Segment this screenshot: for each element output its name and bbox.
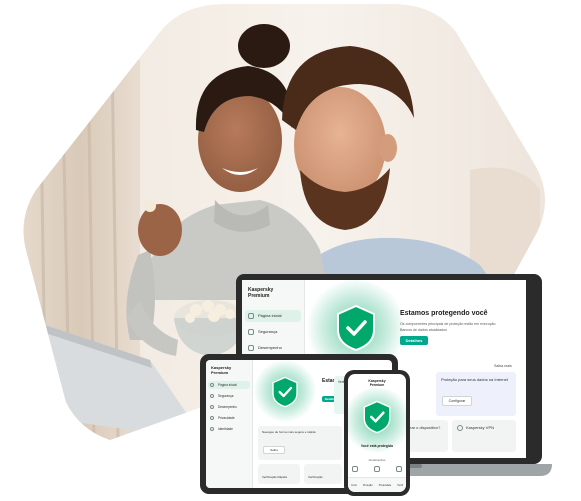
nav-label: Segurança (258, 329, 278, 334)
shield-check-icon (363, 400, 391, 434)
tablet-nav-security[interactable]: Segurança (208, 392, 250, 400)
speed-icon (210, 405, 214, 410)
learn-more-button[interactable]: Saiba (263, 446, 285, 454)
laptop-brand: Kaspersky Premium (248, 287, 304, 300)
location-icon (457, 425, 463, 431)
home-icon (210, 383, 214, 388)
laptop-nav-home[interactable]: Página inicial (245, 309, 301, 322)
id-icon (210, 427, 214, 432)
scan-icon[interactable] (352, 466, 358, 472)
vpn-card[interactable]: Kaspersky VPN (452, 420, 516, 452)
promo-card[interactable]: Navegue de forma mais segura e rápida Sa… (258, 426, 342, 460)
tablet-brand: Kaspersky Premium (211, 365, 252, 375)
speed-icon (248, 344, 254, 351)
phone-screen: Kaspersky Premium Você está protegido At… (348, 374, 406, 492)
data-protection-card[interactable]: Proteção para seus dados na Internet Con… (436, 372, 516, 416)
brand-edition: Premium (211, 369, 229, 375)
shield-icon (210, 394, 214, 399)
card-title: Kaspersky VPN (466, 425, 495, 430)
nav-label: Privacidade (218, 416, 235, 421)
wifi-icon[interactable] (374, 466, 380, 472)
configure-button[interactable]: Configurar (442, 396, 472, 406)
tablet-nav-identity[interactable]: Identidade (208, 425, 250, 433)
tablet-nav-home[interactable]: Página inicial (208, 381, 250, 390)
phone-label: Atualizações (368, 458, 386, 462)
shield-icon (248, 328, 254, 335)
tab-privacy[interactable]: Privacidade (379, 484, 392, 487)
laptop-nav-performance[interactable]: Desempenho (245, 342, 301, 354)
nav-label: Página inicial (218, 383, 237, 388)
status-heading: Estamos protegendo você (400, 310, 488, 317)
nav-label: Desempenho (218, 405, 237, 410)
quick-scan-tile[interactable]: Verificação Rápida (258, 464, 300, 484)
status-bullet: Bancos de dados atualizados (400, 328, 447, 332)
details-button[interactable]: Detalhes (400, 336, 428, 345)
tablet-sidebar: Kaspersky Premium Página inicial Seguran… (206, 360, 253, 488)
shield-check-icon (272, 376, 298, 408)
nav-label: Segurança (218, 394, 234, 399)
phone-quick-actions (352, 466, 402, 472)
laptop-nav-security[interactable]: Segurança (245, 326, 301, 338)
status-bullet: Os componentes principais de proteção es… (400, 322, 496, 326)
lock-icon[interactable] (396, 466, 402, 472)
tile-label: Verificação (308, 475, 323, 479)
scan-tile[interactable]: Verificação (304, 464, 342, 484)
brand-edition: Premium (248, 292, 270, 299)
card-text: Navegue de forma mais segura e rápida (262, 430, 316, 434)
card-title: Proteção para seus dados na Internet (441, 377, 508, 382)
tile-label: Verificação Rápida (262, 475, 288, 479)
nav-label: Identidade (218, 427, 233, 432)
lock-icon (210, 416, 214, 421)
tablet-nav-performance[interactable]: Desempenho (208, 403, 250, 411)
shield-check-icon (337, 304, 375, 352)
nav-label: Página inicial (258, 313, 282, 318)
nav-label: Desempenho (258, 345, 282, 350)
tablet-nav-privacy[interactable]: Privacidade (208, 414, 250, 422)
home-icon (248, 312, 254, 319)
see-more-link[interactable]: Saiba mais (494, 364, 512, 368)
tab-protection[interactable]: Proteção (363, 484, 373, 487)
hero-stage: Kaspersky Premium Página inicial Seguran… (0, 0, 581, 501)
phone-brand: Kaspersky Premium (348, 379, 406, 388)
phone-tabbar: Início Proteção Privacidade Perfil (348, 477, 406, 492)
tab-profile[interactable]: Perfil (397, 484, 402, 487)
tab-home[interactable]: Início (351, 484, 357, 487)
phone-status: Você está protegido (360, 444, 394, 448)
